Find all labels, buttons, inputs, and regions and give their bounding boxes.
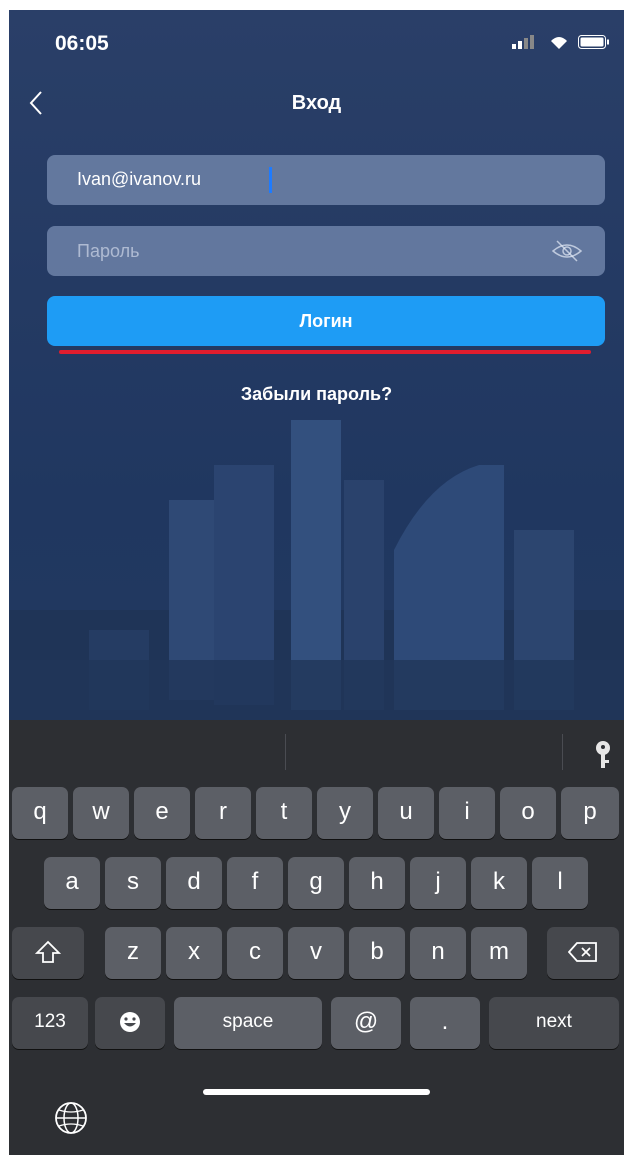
password-placeholder: Пароль xyxy=(77,241,140,261)
key-w[interactable]: w xyxy=(73,787,129,839)
next-key[interactable]: next xyxy=(489,997,619,1049)
status-icons xyxy=(512,34,610,50)
key-z[interactable]: z xyxy=(105,927,161,979)
key-q[interactable]: q xyxy=(12,787,68,839)
wifi-icon xyxy=(551,37,567,49)
numbers-key[interactable]: 123 xyxy=(12,997,88,1049)
shift-key[interactable] xyxy=(12,927,84,979)
key-c[interactable]: c xyxy=(227,927,283,979)
key-y[interactable]: y xyxy=(317,787,373,839)
navigation-bar: Вход xyxy=(9,80,624,128)
email-value: Ivan@ivanov.ru xyxy=(77,169,201,189)
key-j[interactable]: j xyxy=(410,857,466,909)
key-s[interactable]: s xyxy=(105,857,161,909)
key-e[interactable]: e xyxy=(134,787,190,839)
forgot-password-link[interactable]: Забыли пароль? xyxy=(9,384,624,405)
backspace-icon xyxy=(567,942,597,962)
shift-arrow-icon xyxy=(34,940,62,963)
dot-key[interactable]: . xyxy=(410,997,480,1049)
status-bar: 06:05 xyxy=(9,10,624,70)
eye-hidden-icon[interactable] xyxy=(551,239,583,263)
at-key[interactable]: @ xyxy=(331,997,401,1049)
key-r[interactable]: r xyxy=(195,787,251,839)
emoji-key[interactable] xyxy=(95,997,165,1049)
email-field[interactable]: Ivan@ivanov.ru xyxy=(47,155,605,205)
key-f[interactable]: f xyxy=(227,857,283,909)
suggestion-bar xyxy=(9,720,624,786)
space-key[interactable]: space xyxy=(174,997,322,1049)
globe-icon[interactable] xyxy=(54,1101,88,1135)
emoji-icon xyxy=(120,1012,140,1032)
home-indicator[interactable] xyxy=(203,1089,430,1095)
key-v[interactable]: v xyxy=(288,927,344,979)
key-d[interactable]: d xyxy=(166,857,222,909)
key-m[interactable]: m xyxy=(471,927,527,979)
key-o[interactable]: o xyxy=(500,787,556,839)
key-h[interactable]: h xyxy=(349,857,405,909)
backspace-key[interactable] xyxy=(547,927,619,979)
key-i[interactable]: i xyxy=(439,787,495,839)
key-g[interactable]: g xyxy=(288,857,344,909)
key-t[interactable]: t xyxy=(256,787,312,839)
key-x[interactable]: x xyxy=(166,927,222,979)
key-p[interactable]: p xyxy=(561,787,619,839)
suggestion-divider xyxy=(562,734,563,770)
phone-screen: 06:05 Вход Ivan@ivanov.ru Пароль Логин З… xyxy=(9,10,624,1155)
signal-icon xyxy=(512,35,534,49)
key-icon[interactable] xyxy=(593,740,613,770)
password-field[interactable]: Пароль xyxy=(47,226,605,276)
key-b[interactable]: b xyxy=(349,927,405,979)
highlight-underline xyxy=(59,350,591,354)
key-n[interactable]: n xyxy=(410,927,466,979)
login-button[interactable]: Логин xyxy=(47,296,605,346)
page-title: Вход xyxy=(291,92,342,114)
key-u[interactable]: u xyxy=(378,787,434,839)
text-caret xyxy=(269,167,272,193)
key-a[interactable]: a xyxy=(44,857,100,909)
key-k[interactable]: k xyxy=(471,857,527,909)
clock: 06:05 xyxy=(55,32,109,55)
key-l[interactable]: l xyxy=(532,857,588,909)
suggestion-divider xyxy=(285,734,286,770)
battery-icon xyxy=(578,35,609,49)
